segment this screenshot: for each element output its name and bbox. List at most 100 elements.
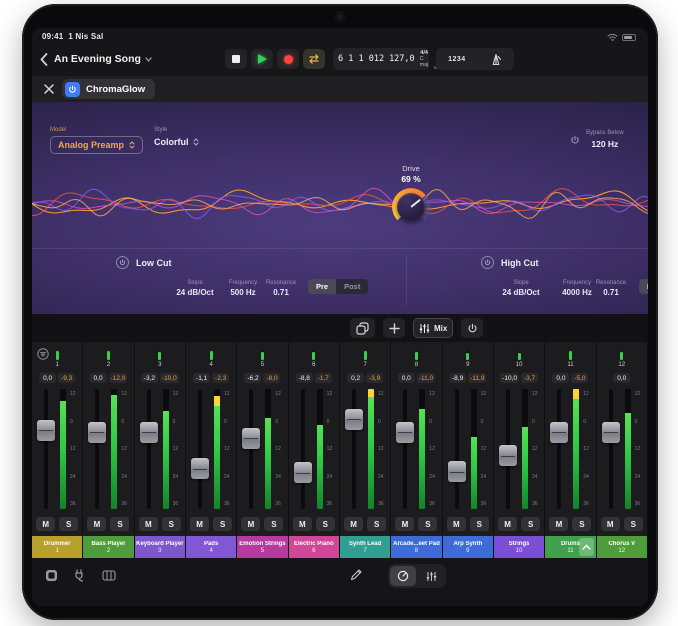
channel-header[interactable]: 3 <box>135 342 185 370</box>
mixer-power-button[interactable] <box>461 318 483 338</box>
record-button[interactable] <box>277 49 299 69</box>
mute-button[interactable]: M <box>190 517 209 531</box>
fader-cap[interactable] <box>602 422 620 443</box>
channel-header[interactable]: 10 <box>494 342 544 370</box>
channel-name-label[interactable]: Emotion Strings 5 <box>237 536 287 558</box>
plugin-title-pill[interactable]: ChromaGlow <box>62 79 155 99</box>
solo-button[interactable]: S <box>59 517 78 531</box>
channel-header[interactable]: 12 <box>597 342 647 370</box>
high-cut-resonance[interactable]: Resonance 0.71 <box>596 280 626 297</box>
mute-button[interactable]: M <box>293 517 312 531</box>
back-button[interactable] <box>40 50 52 68</box>
mute-button[interactable]: M <box>395 517 414 531</box>
channel-header[interactable]: 7 <box>340 342 390 370</box>
fader-cap[interactable] <box>396 422 414 443</box>
low-cut-frequency[interactable]: Frequency 500 Hz <box>229 280 257 297</box>
track-filter-button[interactable] <box>37 348 49 360</box>
mute-button[interactable]: M <box>139 517 158 531</box>
mute-button[interactable]: M <box>87 517 106 531</box>
count-in-button[interactable]: 1234 <box>448 56 466 63</box>
metronome-button[interactable] <box>490 53 502 66</box>
fader-track[interactable] <box>455 389 459 509</box>
song-title-menu[interactable]: An Evening Song <box>54 53 152 65</box>
channel-volume-value[interactable]: -8,8 <box>296 373 313 383</box>
mute-button[interactable]: M <box>498 517 517 531</box>
channel-volume-value[interactable]: -10,0 <box>500 373 519 383</box>
channel-name-label[interactable]: Bass Player 2 <box>83 536 133 558</box>
channel-name-label[interactable]: Keyboard Player 3 <box>135 536 185 558</box>
fader-track[interactable] <box>557 389 561 509</box>
plugin-power-button[interactable] <box>65 82 80 97</box>
fader-cap[interactable] <box>550 422 568 443</box>
cycle-button[interactable] <box>303 49 325 69</box>
solo-button[interactable]: S <box>162 517 181 531</box>
channel-volume-value[interactable]: 0,0 <box>552 373 569 383</box>
high-cut-frequency[interactable]: Frequency 4000 Hz <box>562 280 592 297</box>
high-cut-slope[interactable]: Slope 24 dB/Oct <box>502 280 539 297</box>
channel-volume-value[interactable]: -1,1 <box>193 373 210 383</box>
drive-knob[interactable] <box>392 188 430 226</box>
bypass-below-group[interactable]: Bypass Below 120 Hz <box>586 130 624 149</box>
channel-header[interactable]: 6 <box>289 342 339 370</box>
close-plugin-button[interactable] <box>42 82 55 95</box>
fader-cap[interactable] <box>448 461 466 482</box>
stop-button[interactable] <box>225 49 247 69</box>
level-group[interactable]: Level 0.0 <box>640 130 648 149</box>
high-cut-power-button[interactable] <box>481 256 494 269</box>
style-selector[interactable]: Colorful <box>154 137 199 147</box>
fader-track[interactable] <box>147 389 151 509</box>
channel-name-label[interactable]: Arp Synth 9 <box>443 536 493 558</box>
mute-button[interactable]: M <box>601 517 620 531</box>
mute-button[interactable]: M <box>241 517 260 531</box>
fader-track[interactable] <box>352 389 356 509</box>
solo-button[interactable]: S <box>316 517 335 531</box>
channel-name-label[interactable]: Synth Lead 7 <box>340 536 390 558</box>
fader-track[interactable] <box>198 389 202 509</box>
fader-cap[interactable] <box>88 422 106 443</box>
lcd-display[interactable]: 6 1 1 012 127,0 4/4 C maj MIDI <box>333 48 429 70</box>
pre-button[interactable]: Pre <box>639 279 648 294</box>
model-selector[interactable]: Analog Preamp <box>50 136 143 154</box>
channel-header[interactable]: 4 <box>186 342 236 370</box>
channel-name-label[interactable]: Electric Piano 6 <box>289 536 339 558</box>
mixer-view-button[interactable] <box>418 566 444 586</box>
fader-track[interactable] <box>609 389 613 509</box>
controls-view-button[interactable] <box>390 566 416 586</box>
fader-cap[interactable] <box>499 445 517 466</box>
fader-cap[interactable] <box>294 462 312 483</box>
channel-volume-value[interactable]: 0,0 <box>398 373 415 383</box>
solo-button[interactable]: S <box>213 517 232 531</box>
solo-button[interactable]: S <box>110 517 129 531</box>
channel-volume-value[interactable]: 0,2 <box>347 373 364 383</box>
solo-button[interactable]: S <box>367 517 386 531</box>
low-cut-slope[interactable]: Slope 24 dB/Oct <box>176 280 213 297</box>
channel-name-label[interactable]: Pads 4 <box>186 536 236 558</box>
fader-cap[interactable] <box>345 409 363 430</box>
channel-header[interactable]: 2 <box>83 342 133 370</box>
channel-volume-value[interactable]: 0,0 <box>90 373 107 383</box>
solo-button[interactable]: S <box>572 517 591 531</box>
solo-button[interactable]: S <box>264 517 283 531</box>
channel-volume-value[interactable]: -3,2 <box>141 373 158 383</box>
fader-track[interactable] <box>403 389 407 509</box>
mute-button[interactable]: M <box>36 517 55 531</box>
add-track-button[interactable] <box>383 318 405 338</box>
mix-view-button[interactable]: Mix <box>413 318 453 338</box>
channel-name-label[interactable]: Chorus V 12 <box>597 536 647 558</box>
bypass-power-button[interactable] <box>570 135 580 145</box>
fader-track[interactable] <box>95 389 99 509</box>
solo-button[interactable]: S <box>470 517 489 531</box>
browser-button[interactable] <box>43 567 59 583</box>
fader-cap[interactable] <box>242 428 260 449</box>
channel-header[interactable]: 5 <box>237 342 287 370</box>
low-cut-power-button[interactable] <box>116 256 129 269</box>
edit-button[interactable] <box>350 568 363 581</box>
fader-cap[interactable] <box>37 420 55 441</box>
fader-track[interactable] <box>44 389 48 509</box>
solo-button[interactable]: S <box>521 517 540 531</box>
channel-name-label[interactable]: Drummer 1 <box>32 536 82 558</box>
channel-header[interactable]: 8 <box>391 342 441 370</box>
low-cut-resonance[interactable]: Resonance 0.71 <box>266 280 296 297</box>
channel-name-label[interactable]: Arcade...eet Pad 8 <box>391 536 441 558</box>
channel-header[interactable]: 11 <box>545 342 595 370</box>
